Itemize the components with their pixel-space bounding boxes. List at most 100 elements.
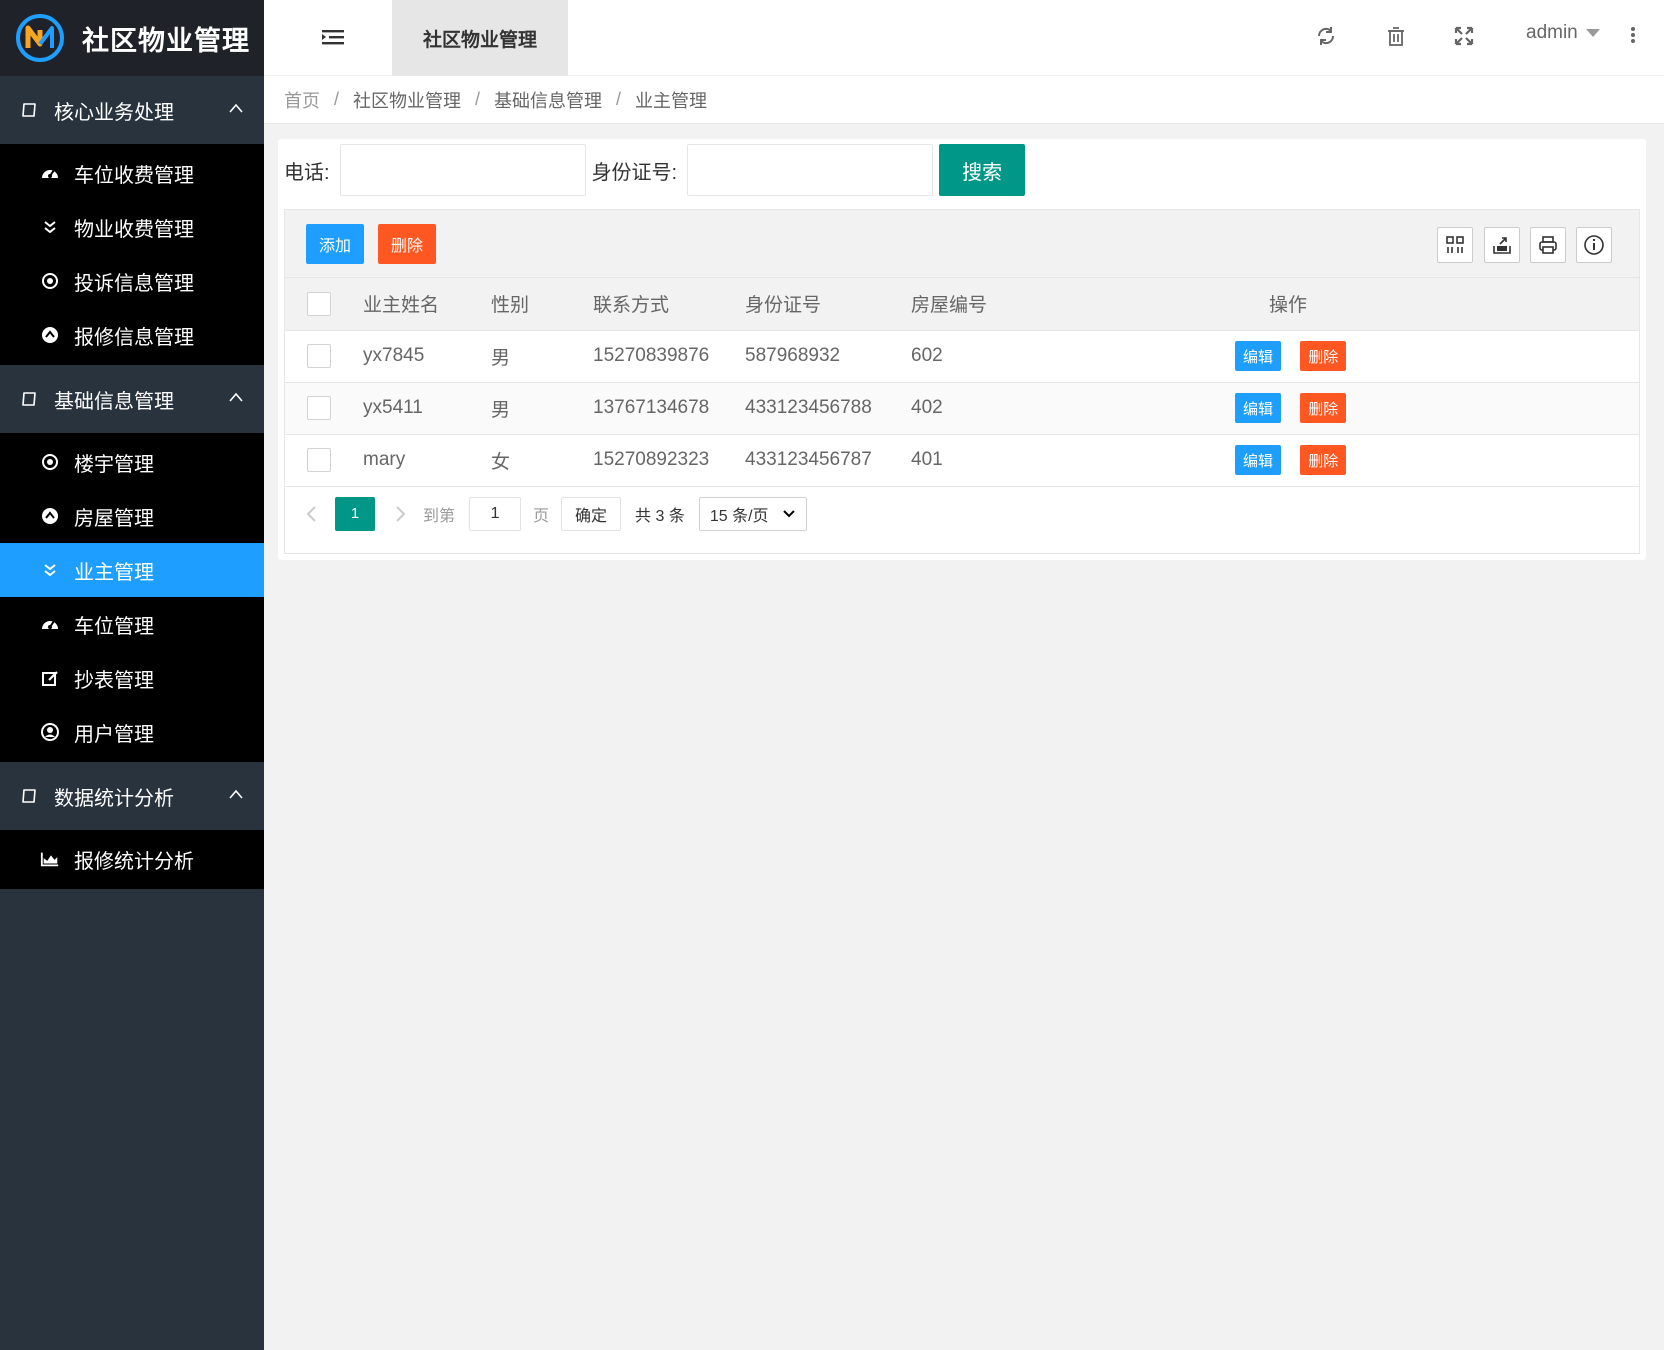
- content-card: 电话: 身份证号: 搜索 添加 删除 业主姓名 性别 联系方式 身份证号 房屋编…: [278, 139, 1646, 560]
- table-row: yx7845 男 15270839876 587968932 602 编辑 删除: [285, 330, 1639, 383]
- cell-house: 602: [911, 330, 1125, 383]
- edit-button[interactable]: 编辑: [1235, 393, 1281, 423]
- delete-button[interactable]: 删除: [1300, 341, 1347, 371]
- top-header: 社区物业管理 admin: [264, 0, 1664, 76]
- column-header-house[interactable]: 房屋编号: [911, 278, 1125, 331]
- cell-phone: 15270892323: [593, 434, 745, 487]
- column-header-phone[interactable]: 联系方式: [593, 278, 745, 331]
- batch-delete-button[interactable]: 删除: [378, 224, 436, 264]
- sidebar-item-label: 楼宇管理: [74, 453, 154, 476]
- page-size-select[interactable]: 15 条/页: [698, 496, 807, 531]
- breadcrumb-home[interactable]: 首页: [284, 87, 320, 113]
- sidebar-item-house[interactable]: 房屋管理: [0, 489, 264, 543]
- goto-page-input[interactable]: 1: [469, 496, 522, 531]
- delete-button[interactable]: 删除: [1300, 393, 1347, 423]
- edit-button[interactable]: 编辑: [1235, 445, 1281, 475]
- prev-page-icon[interactable]: [305, 505, 319, 523]
- data-table: 添加 删除 业主姓名 性别 联系方式 身份证号 房屋编号 操作 yx7845 男…: [284, 209, 1640, 554]
- user-menu[interactable]: admin: [1526, 22, 1600, 44]
- row-checkbox[interactable]: [307, 344, 331, 368]
- sidebar-item-repair[interactable]: 报修信息管理: [0, 308, 264, 362]
- edit-button[interactable]: 编辑: [1235, 341, 1281, 371]
- double-chevron-down-icon: [40, 560, 60, 580]
- sidebar-item-user[interactable]: 用户管理: [0, 705, 264, 759]
- dashboard-icon: [40, 163, 60, 183]
- chevron-up-icon: [229, 392, 243, 402]
- more-icon[interactable]: [1630, 26, 1636, 44]
- cell-name: yx7845: [363, 330, 491, 383]
- sidebar-item-meter[interactable]: 抄表管理: [0, 651, 264, 705]
- column-header-gender[interactable]: 性别: [491, 278, 593, 331]
- sidebar-item-repair-stats[interactable]: 报修统计分析: [0, 832, 264, 886]
- row-checkbox[interactable]: [307, 448, 331, 472]
- sidebar: 社区物业管理 核心业务处理 车位收费管理 物业收费管理 投诉信息管理 报修信息管…: [0, 0, 264, 1350]
- sidebar-item-parking[interactable]: 车位管理: [0, 597, 264, 651]
- phone-input[interactable]: [339, 144, 586, 196]
- cell-idcard: 587968932: [745, 330, 911, 383]
- cell-phone: 13767134678: [593, 382, 745, 435]
- cell-idcard: 433123456787: [745, 434, 911, 487]
- sidebar-item-label: 业主管理: [74, 561, 154, 584]
- sidebar-item-label: 抄表管理: [74, 669, 154, 692]
- breadcrumb-basic-info[interactable]: 基础信息管理: [494, 87, 602, 113]
- menu-toggle-icon[interactable]: [322, 28, 344, 46]
- export-icon[interactable]: [1484, 227, 1520, 263]
- sidebar-item-label: 报修信息管理: [74, 326, 194, 349]
- search-button[interactable]: 搜索: [939, 144, 1026, 196]
- table-header-row: 业主姓名 性别 联系方式 身份证号 房屋编号 操作: [285, 278, 1639, 331]
- area-chart-icon: [40, 849, 60, 869]
- select-all-checkbox[interactable]: [307, 291, 331, 316]
- row-checkbox[interactable]: [307, 396, 331, 420]
- page-number-current[interactable]: 1: [335, 496, 375, 531]
- chevron-up-icon: [229, 103, 243, 113]
- nav-group-stats[interactable]: 数据统计分析: [0, 762, 264, 830]
- search-form: 电话: 身份证号: 搜索: [284, 144, 1026, 196]
- breadcrumb-separator: /: [334, 89, 340, 109]
- circle-up-icon: [40, 325, 60, 345]
- add-button[interactable]: 添加: [306, 224, 364, 264]
- caret-down-icon: [1585, 29, 1600, 37]
- sidebar-item-label: 车位管理: [74, 615, 154, 638]
- owner-table: 业主姓名 性别 联系方式 身份证号 房屋编号 操作 yx7845 男 15270…: [285, 278, 1639, 487]
- edit-icon: [40, 668, 60, 688]
- circle-outline-icon: [22, 392, 36, 406]
- idcard-input[interactable]: [687, 144, 934, 196]
- sidebar-item-building[interactable]: 楼宇管理: [0, 435, 264, 489]
- chevron-up-icon: [229, 789, 243, 799]
- breadcrumb-separator: /: [616, 89, 622, 109]
- cell-idcard: 433123456788: [745, 382, 911, 435]
- column-header-actions: 操作: [1125, 278, 1639, 331]
- goto-label: 到第: [423, 507, 456, 525]
- column-header-idcard[interactable]: 身份证号: [745, 278, 911, 331]
- breadcrumb-owner: 业主管理: [635, 90, 708, 111]
- nav-group-core[interactable]: 核心业务处理: [0, 76, 264, 144]
- nav-group-basic[interactable]: 基础信息管理: [0, 365, 264, 433]
- breadcrumb-separator: /: [475, 89, 481, 109]
- columns-filter-icon[interactable]: [1437, 227, 1473, 263]
- fullscreen-icon[interactable]: [1452, 24, 1476, 48]
- delete-button[interactable]: 删除: [1300, 445, 1347, 475]
- target-icon: [40, 452, 60, 472]
- cell-gender: 男: [491, 382, 593, 435]
- sidebar-item-complaint[interactable]: 投诉信息管理: [0, 254, 264, 308]
- nav-group-label: 基础信息管理: [54, 390, 174, 413]
- user-circle-icon: [40, 722, 60, 742]
- column-header-name[interactable]: 业主姓名: [363, 278, 491, 331]
- print-icon[interactable]: [1530, 227, 1566, 263]
- pagination: 1 到第 1 页 确定 共 3 条 15 条/页: [285, 487, 1639, 541]
- breadcrumb-community[interactable]: 社区物业管理: [353, 87, 461, 113]
- cell-name: mary: [363, 434, 491, 487]
- refresh-icon[interactable]: [1314, 24, 1338, 48]
- cell-name: yx5411: [363, 382, 491, 435]
- sidebar-item-owner[interactable]: 业主管理: [0, 543, 264, 597]
- tab-community-property[interactable]: 社区物业管理: [392, 0, 568, 76]
- idcard-label: 身份证号:: [591, 161, 678, 184]
- trash-icon[interactable]: [1384, 24, 1408, 48]
- next-page-icon[interactable]: [393, 505, 407, 523]
- sidebar-item-parking-fee[interactable]: 车位收费管理: [0, 146, 264, 200]
- info-icon[interactable]: [1576, 227, 1612, 263]
- sidebar-item-property-fee[interactable]: 物业收费管理: [0, 200, 264, 254]
- breadcrumb: 首页 / 社区物业管理 / 基础信息管理 / 业主管理: [264, 76, 1664, 124]
- goto-confirm-button[interactable]: 确定: [561, 496, 622, 531]
- sidebar-item-label: 房屋管理: [74, 507, 154, 530]
